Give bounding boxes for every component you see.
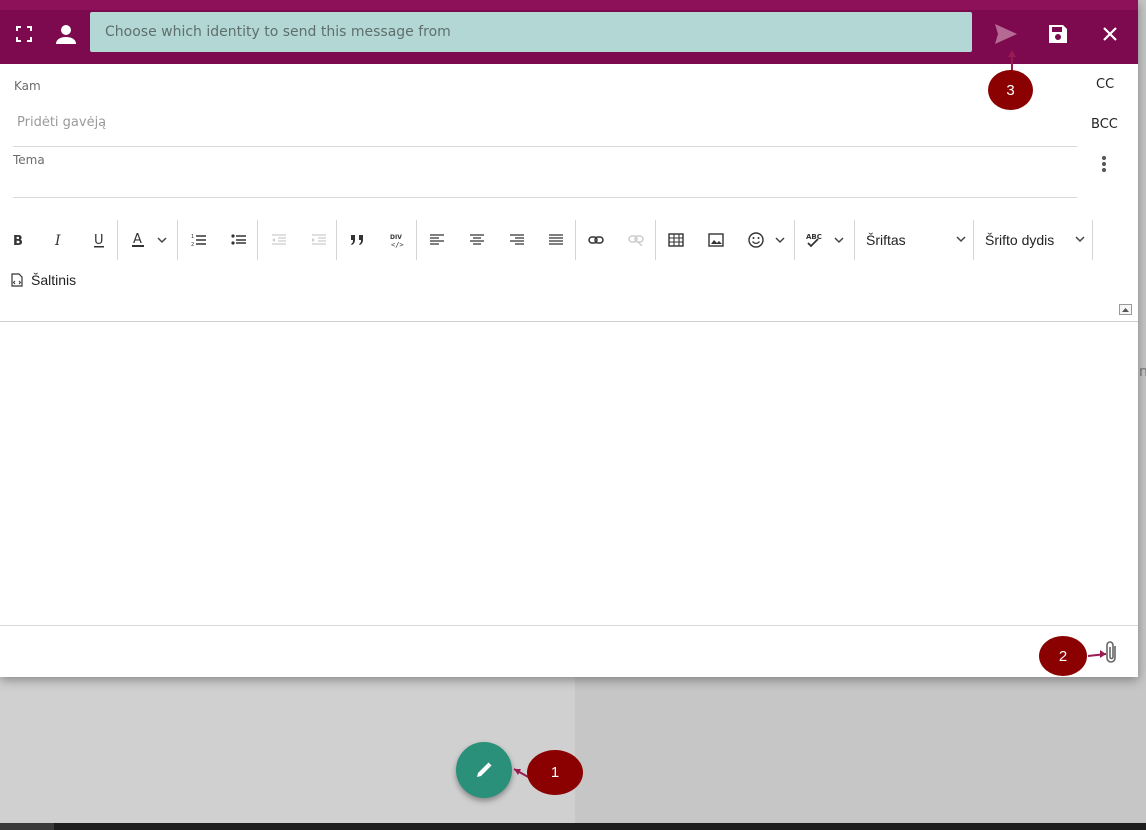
annotation-marker-2: 2 [1039,636,1087,676]
recipient-divider [13,146,1077,147]
toolbar-separator [1092,220,1093,260]
unlink-icon[interactable] [625,220,647,260]
svg-text:DIV: DIV [390,234,402,241]
subject-divider [13,197,1077,198]
toolbar-separator [177,220,178,260]
identity-input[interactable] [90,12,972,52]
subject-label: Tema [13,153,45,167]
blockquote-icon[interactable] [346,220,368,260]
recipient-input[interactable] [17,112,617,132]
bulleted-list-icon[interactable] [228,220,250,260]
font-size-label: Šrifto dydis [985,232,1055,248]
footer-divider [0,625,1138,626]
background-taskbar [0,823,1146,830]
spellcheck-icon[interactable]: ABC [803,220,847,260]
justify-icon[interactable] [545,220,567,260]
image-icon[interactable] [705,220,727,260]
link-icon[interactable] [585,220,607,260]
toolbar-collapse-icon[interactable] [1119,304,1132,315]
chevron-down-icon [1075,236,1085,243]
toolbar-separator [416,220,417,260]
editor-toolbar: B I U A 12 DIV </> ABC Šriftas Šrifto dy… [0,220,1093,260]
taskbar-segment [0,823,54,830]
font-family-select[interactable]: Šriftas [855,220,973,260]
compose-fab-button[interactable] [456,742,512,798]
toolbar-separator [655,220,656,260]
svg-text:</>: </> [391,241,404,248]
svg-text:B: B [13,234,23,247]
align-right-icon[interactable] [506,220,528,260]
chevron-down-icon [956,236,966,243]
toolbar-separator [575,220,576,260]
font-size-select[interactable]: Šrifto dydis [974,220,1092,260]
svg-text:A: A [133,232,142,247]
svg-text:U: U [94,233,104,248]
outdent-icon[interactable] [268,220,290,260]
svg-text:2: 2 [191,242,194,247]
font-family-label: Šriftas [866,232,906,248]
toolbar-separator [794,220,795,260]
emoji-icon[interactable] [744,220,788,260]
source-icon [11,273,23,287]
svg-text:I: I [54,233,61,247]
toolbar-separator [117,220,118,260]
send-icon[interactable] [992,20,1020,48]
toolbar-separator [336,220,337,260]
more-options-icon[interactable] [1099,154,1109,174]
compose-topbar [0,0,1138,64]
attachment-icon[interactable] [1100,638,1124,666]
align-left-icon[interactable] [426,220,448,260]
toolbar-separator [257,220,258,260]
compose-dialog: Kam Tema CC BCC B I U A 12 [0,0,1138,677]
save-icon[interactable] [1044,20,1072,48]
close-icon[interactable] [1096,20,1124,48]
indent-icon[interactable] [308,220,330,260]
subject-input[interactable] [13,172,1073,192]
pencil-icon [477,762,492,777]
italic-icon[interactable]: I [48,220,70,260]
annotation-marker-3: 3 [988,70,1033,110]
identity-person-icon[interactable] [52,20,80,48]
bcc-button[interactable]: BCC [1091,117,1118,132]
cc-button[interactable]: CC [1096,77,1114,92]
to-label: Kam [14,79,41,93]
identity-selector[interactable] [90,12,972,52]
svg-text:1: 1 [191,234,194,240]
message-body-editor[interactable] [0,322,1138,625]
underline-icon[interactable]: U [88,220,110,260]
numbered-list-icon[interactable]: 12 [188,220,210,260]
div-icon[interactable]: DIV </> [386,220,408,260]
table-icon[interactable] [665,220,687,260]
text-color-icon[interactable]: A [126,220,170,260]
source-button[interactable]: Šaltinis [11,270,76,290]
background-edge-glyph: n [1139,364,1146,380]
source-label: Šaltinis [31,272,77,288]
fullscreen-icon[interactable] [10,20,38,48]
svg-text:ABC: ABC [806,233,822,241]
align-center-icon[interactable] [466,220,488,260]
annotation-marker-1: 1 [527,750,583,795]
bold-icon[interactable]: B [8,220,30,260]
